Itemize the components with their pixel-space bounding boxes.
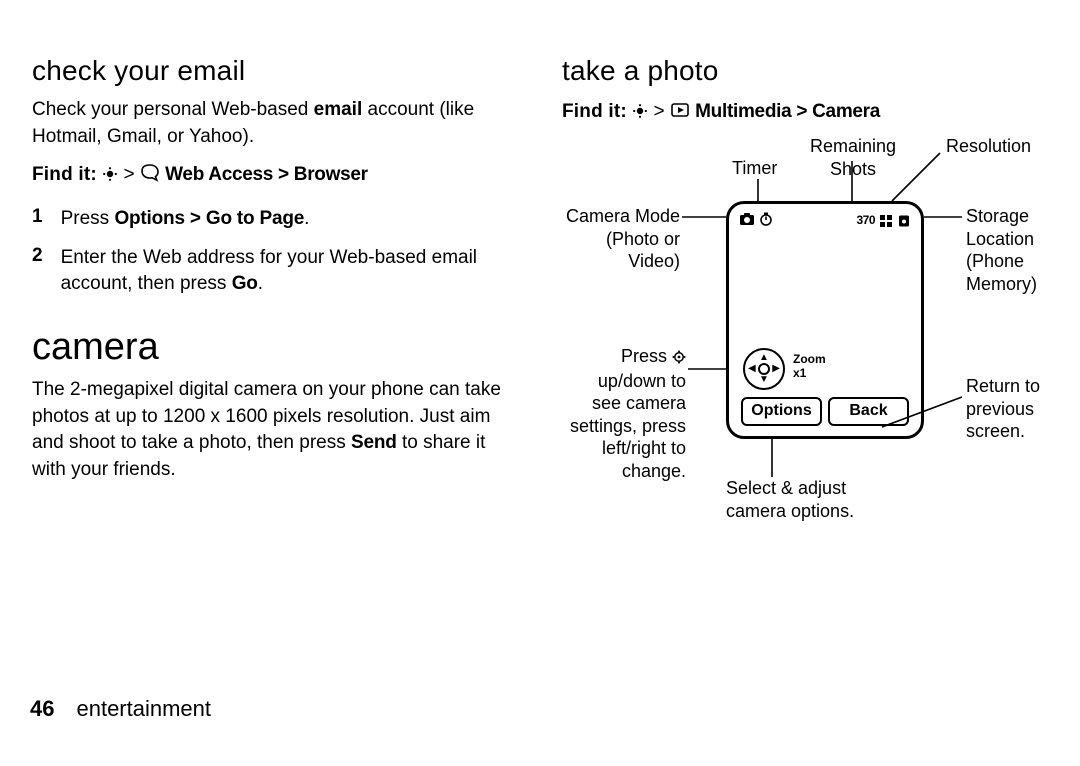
text: Camera Mode: [566, 206, 680, 226]
resolution-icon: [879, 212, 893, 233]
camera-mode-icon: [739, 212, 755, 229]
text: (Photo or: [606, 229, 680, 249]
heading-camera: camera: [32, 326, 522, 369]
camera-viewfinder-diagram: 370 ▲ ▼ ◀ ▶: [562, 139, 1042, 559]
zoom-value: x1: [793, 366, 806, 380]
text: Memory): [966, 274, 1037, 294]
find-it-path: Web Access > Browser: [165, 164, 368, 185]
softkey-back[interactable]: Back: [828, 397, 909, 426]
section-name: entertainment: [76, 696, 211, 721]
find-it-label: Find it:: [32, 164, 97, 185]
multimedia-icon: [670, 101, 690, 125]
text: previous: [966, 399, 1034, 419]
step-row: 1 Press Options > Go to Page.: [32, 200, 522, 239]
heading-take-photo: take a photo: [562, 55, 1036, 87]
text: (Phone: [966, 251, 1024, 271]
text: up/down to: [598, 371, 686, 391]
page-number: 46: [30, 696, 54, 721]
callout-resolution: Resolution: [946, 135, 1031, 158]
find-it-path: Multimedia > Camera: [695, 101, 880, 122]
callout-remaining-shots: Remaining Shots: [810, 135, 896, 180]
text: Press: [61, 208, 115, 229]
phone-screen-frame: 370 ▲ ▼ ◀ ▶: [726, 201, 924, 439]
step-text: Enter the Web address for your Web-based…: [61, 239, 522, 304]
text: Return to: [966, 376, 1040, 396]
text: Check your personal Web-based: [32, 99, 314, 120]
steps-list: 1 Press Options > Go to Page. 2 Enter th…: [32, 200, 522, 304]
text: Press: [621, 346, 672, 366]
go-key: Go: [232, 273, 258, 294]
web-access-icon: [140, 164, 160, 188]
text: .: [304, 208, 309, 229]
text: see camera: [592, 393, 686, 413]
camera-paragraph: The 2-megapixel digital camera on your p…: [32, 377, 522, 483]
find-it-web-access: Find it: > Web Access > Browser: [32, 164, 522, 188]
find-it-multimedia: Find it: > Multimedia > Camera: [562, 101, 1036, 125]
find-it-label: Find it:: [562, 101, 627, 122]
status-bar: 370: [739, 212, 911, 230]
page-footer: 46 entertainment: [30, 696, 211, 722]
text: camera options.: [726, 501, 854, 521]
text: screen.: [966, 421, 1025, 441]
center-key-icon: [632, 103, 648, 125]
email-paragraph: Check your personal Web-based email acco…: [32, 97, 522, 150]
nav-key-icon: [672, 347, 686, 370]
text: Enter the Web address for your Web-based…: [61, 247, 477, 295]
callout-storage: Storage Location (Phone Memory): [966, 205, 1037, 295]
callout-nav-key: Press up/down to see camera settings, pr…: [562, 345, 686, 482]
text: left/right to: [602, 438, 686, 458]
menu-path: Options > Go to Page: [114, 208, 304, 229]
nav-key-icon: ▲ ▼ ◀ ▶: [743, 348, 785, 390]
text: Shots: [830, 159, 876, 179]
text: settings, press: [570, 416, 686, 436]
zoom-label: Zoom: [793, 352, 826, 366]
text: Select & adjust: [726, 478, 846, 498]
remaining-shots-value: 370: [856, 213, 875, 227]
callout-camera-mode: Camera Mode (Photo or Video): [562, 205, 680, 273]
right-column: take a photo Find it: > Multimedia > Cam…: [562, 55, 1036, 559]
heading-check-email: check your email: [32, 55, 522, 87]
step-number: 2: [32, 239, 61, 304]
storage-icon: [897, 212, 911, 233]
timer-icon: [759, 212, 773, 229]
callout-options: Select & adjust camera options.: [726, 477, 854, 522]
step-text: Press Options > Go to Page.: [61, 200, 522, 239]
send-key: Send: [351, 432, 397, 453]
text: Remaining: [810, 136, 896, 156]
callout-back: Return to previous screen.: [966, 375, 1040, 443]
text: Video): [628, 251, 680, 271]
bold-email: email: [314, 99, 363, 120]
text: change.: [622, 461, 686, 481]
text: Location: [966, 229, 1034, 249]
text: .: [258, 273, 263, 294]
step-number: 1: [32, 200, 61, 239]
zoom-indicator: Zoom x1: [793, 352, 826, 381]
manual-page: check your email Check your personal Web…: [0, 0, 1080, 766]
text: Storage: [966, 206, 1029, 226]
step-row: 2 Enter the Web address for your Web-bas…: [32, 239, 522, 304]
center-key-icon: [102, 166, 118, 188]
left-column: check your email Check your personal Web…: [32, 55, 522, 559]
callout-timer: Timer: [732, 157, 777, 180]
softkey-options[interactable]: Options: [741, 397, 822, 426]
